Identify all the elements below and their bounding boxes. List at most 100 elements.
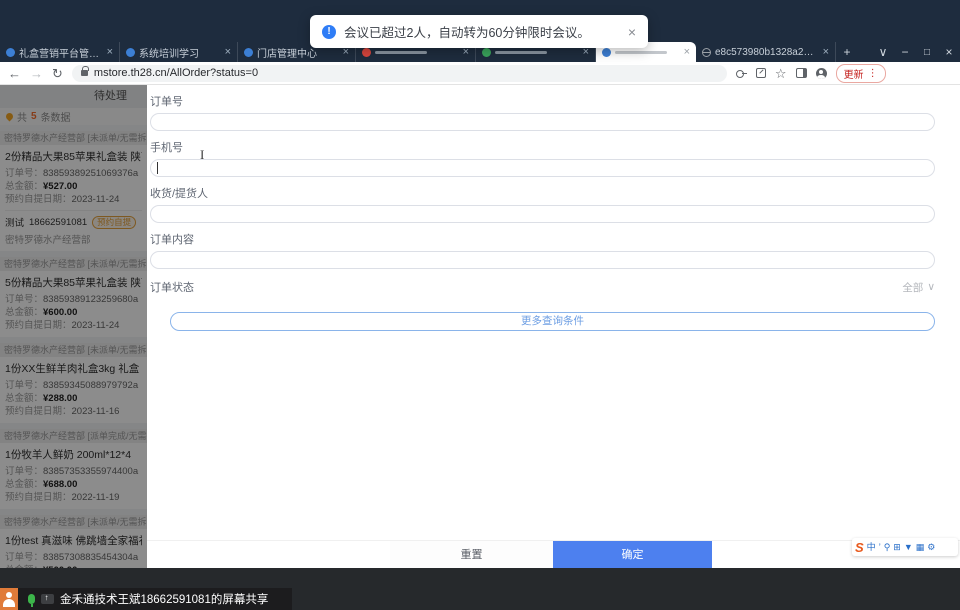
product-title: 5份精品大果85苹果礼盒装 陕西洛阳16 bbox=[5, 277, 142, 289]
store-header: 密特罗德水产经营部 [未派单/无需拆单] bbox=[0, 131, 147, 145]
presenter-avatar-icon bbox=[0, 588, 18, 610]
count-prefix: 共 bbox=[17, 113, 27, 124]
chrome-update-button[interactable]: 更新 ⋮ bbox=[835, 63, 886, 83]
tab-label-obscured bbox=[375, 50, 427, 54]
product-title: 2份精品大果85苹果礼盒装 陕西洛阳16 bbox=[5, 151, 142, 163]
ime-toolbox-icon[interactable]: ▦ bbox=[916, 542, 925, 552]
order-card[interactable]: 密特罗德水产经营部 [未派单/无需拆单] 2份精品大果85苹果礼盒装 陕西洛阳1… bbox=[0, 131, 147, 251]
share-icon[interactable] bbox=[755, 68, 766, 78]
tab-close-icon[interactable]: × bbox=[684, 46, 690, 58]
side-panel-icon[interactable] bbox=[795, 68, 807, 78]
date-value: 2022-11-19 bbox=[71, 492, 120, 503]
status-select[interactable]: 全部 ∨ bbox=[902, 280, 935, 295]
ime-skin-icon[interactable]: ▼ bbox=[904, 542, 913, 552]
date-value: 2023-11-24 bbox=[71, 194, 120, 205]
ime-keyboard-icon[interactable]: ⊞ bbox=[893, 542, 901, 552]
new-tab-button[interactable]: + bbox=[836, 42, 858, 62]
order-card[interactable]: 密特罗德水产经营部 [派单完成/无需拆单] 1份牧羊人鲜奶 200ml*12*4… bbox=[0, 429, 147, 509]
browser-toolbar: ← → ↻ mstore.th28.cn/AllOrder?status=0 ☆… bbox=[0, 62, 960, 85]
sogou-logo-icon[interactable]: S bbox=[855, 541, 864, 554]
tabstrip-spacer bbox=[858, 42, 872, 62]
window-maximize-button[interactable]: □ bbox=[916, 42, 938, 62]
info-icon: ! bbox=[322, 24, 336, 39]
tab-close-icon[interactable]: × bbox=[225, 46, 231, 58]
date-label: 预约自提日期： bbox=[5, 194, 72, 205]
date-value: 2023-11-16 bbox=[71, 406, 120, 417]
microphone-icon[interactable] bbox=[28, 594, 35, 607]
more-conditions-button[interactable]: 更多查询条件 bbox=[170, 312, 935, 331]
chevron-down-icon: ∨ bbox=[927, 281, 935, 293]
tab-favicon-icon bbox=[482, 47, 491, 57]
product-title: 1份XX生鲜羊肉礼盒3kg 礼盒 bbox=[5, 363, 140, 375]
product-title: 1份牧羊人鲜奶 200ml*12*4 bbox=[5, 449, 132, 461]
status-value: 全部 bbox=[902, 281, 924, 294]
tab-search-icon[interactable]: ∨ bbox=[872, 42, 894, 62]
ime-lang-icon[interactable]: 中 bbox=[867, 542, 876, 552]
receiver-input[interactable] bbox=[150, 205, 935, 223]
screen-share-bar: 金禾通技术王斌18662591081的屏幕共享 bbox=[0, 588, 292, 610]
phone-input[interactable] bbox=[150, 159, 935, 177]
ime-mic-icon[interactable]: ⚲ bbox=[884, 542, 891, 552]
tab-training[interactable]: 系统培训学习 × bbox=[120, 42, 238, 62]
count-value: 5 bbox=[31, 111, 37, 122]
window-close-button[interactable]: × bbox=[938, 42, 960, 62]
store-header: 密特罗德水产经营部 [未派单/无需拆单] bbox=[0, 257, 147, 271]
receiver-field-label: 收货/提货人 bbox=[150, 188, 209, 200]
globe-icon bbox=[702, 47, 711, 57]
tab-favicon-icon bbox=[244, 47, 253, 57]
order-no: 83859389251069376a bbox=[43, 168, 139, 179]
tab-favicon-icon bbox=[6, 47, 15, 57]
window-minimize-button[interactable]: − bbox=[894, 42, 916, 62]
buyer-row: 测试 18662591081 预约自提 bbox=[5, 210, 142, 229]
meeting-notification-toast: ! 会议已超过2人，自动转为60分钟限时会议。 × bbox=[310, 15, 648, 48]
update-label: 更新 bbox=[843, 69, 864, 81]
tab-label: e8c573980b1328a258fd2e61 bbox=[715, 46, 819, 58]
bookmark-star-icon[interactable]: ☆ bbox=[775, 67, 787, 80]
order-content-input[interactable] bbox=[150, 251, 935, 269]
date-value: 2023-11-24 bbox=[71, 320, 120, 331]
reload-icon[interactable]: ↻ bbox=[52, 67, 63, 80]
amount-label: 总金额： bbox=[5, 181, 44, 192]
store-header: 密特罗德水产经营部 [未派单/无需拆单] bbox=[0, 343, 147, 357]
back-icon[interactable]: ← bbox=[8, 67, 21, 80]
buyer-phone: 18662591081 bbox=[29, 216, 88, 228]
ime-toolbar: S 中 ’ ⚲ ⊞ ▼ ▦ ⚙ bbox=[852, 538, 958, 556]
drawer-footer: 重置 确定 bbox=[147, 540, 960, 569]
toast-close-icon[interactable]: × bbox=[628, 24, 636, 40]
order-search-drawer: 订单号 手机号 收货/提货人 订单内容 订单状态 全部 ∨ 更多查询条件 I 重… bbox=[147, 85, 960, 569]
order-no-field-label: 订单号 bbox=[150, 96, 183, 108]
lock-icon bbox=[80, 66, 89, 76]
url-text: mstore.th28.cn/AllOrder?status=0 bbox=[93, 67, 259, 79]
ime-punctuation-icon[interactable]: ’ bbox=[879, 542, 881, 552]
screen-share-icon[interactable] bbox=[41, 593, 54, 604]
amount-value: ¥288.00 bbox=[43, 393, 78, 404]
date-label: 预约自提日期： bbox=[5, 492, 72, 503]
tab-favicon-icon bbox=[126, 47, 135, 57]
amount-value: ¥688.00 bbox=[43, 479, 78, 490]
order-card[interactable]: 密特罗德水产经营部 [未派单/无需拆单] 5份精品大果85苹果礼盒装 陕西洛阳1… bbox=[0, 257, 147, 337]
store-name: 密特罗德水产经营部 bbox=[5, 235, 91, 246]
buyer-name: 测试 bbox=[5, 218, 25, 229]
tab-label-obscured bbox=[615, 50, 667, 54]
profile-avatar-icon[interactable] bbox=[815, 67, 827, 79]
tab-label: 礼盒营销平台管理中心 bbox=[19, 48, 103, 60]
text-caret bbox=[157, 162, 158, 174]
amount-label: 总金额： bbox=[5, 393, 44, 404]
ime-settings-icon[interactable]: ⚙ bbox=[927, 542, 935, 552]
menu-dots-icon: ⋮ bbox=[867, 67, 878, 79]
order-card[interactable]: 密特罗德水产经营部 [未派单/无需拆单] 1份XX生鲜羊肉礼盒3kg 礼盒 订单… bbox=[0, 343, 147, 423]
reset-button[interactable]: 重置 bbox=[390, 541, 553, 569]
confirm-button[interactable]: 确定 bbox=[553, 541, 712, 569]
order-no-input[interactable] bbox=[150, 113, 935, 131]
order-card[interactable]: 密特罗德水产经营部 [未派单/无需拆单] 1份test 真滋味 佛跳墙全家福礼盒… bbox=[0, 515, 147, 568]
pending-tab-header[interactable]: 待处理 bbox=[0, 85, 147, 108]
date-label: 预约自提日期： bbox=[5, 320, 72, 331]
tab-close-icon[interactable]: × bbox=[107, 46, 113, 58]
password-key-icon[interactable] bbox=[735, 68, 747, 79]
address-bar[interactable]: mstore.th28.cn/AllOrder?status=0 bbox=[71, 64, 727, 82]
tab-hash-page[interactable]: e8c573980b1328a258fd2e61 × bbox=[696, 42, 836, 62]
forward-icon[interactable]: → bbox=[30, 67, 43, 80]
tab-gift-platform[interactable]: 礼盒营销平台管理中心 × bbox=[0, 42, 120, 62]
tab-close-icon[interactable]: × bbox=[823, 46, 829, 58]
date-label: 预约自提日期： bbox=[5, 406, 72, 417]
